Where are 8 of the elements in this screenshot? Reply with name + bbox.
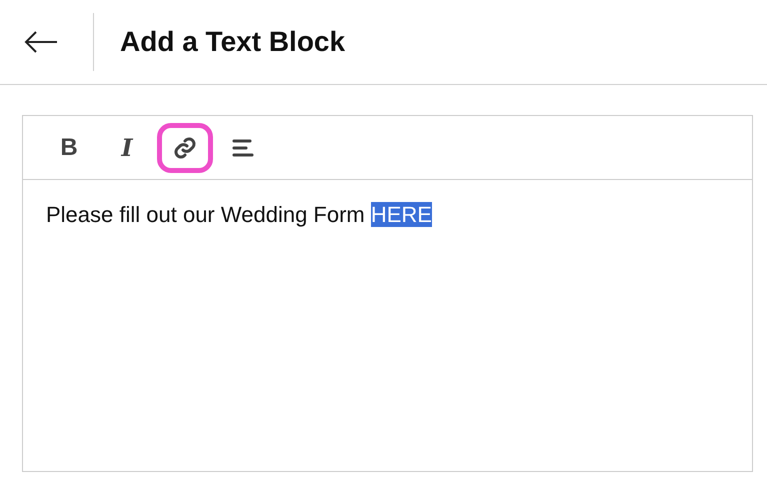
bold-button[interactable]: B: [41, 122, 97, 172]
link-icon: [173, 136, 197, 160]
editor-text[interactable]: Please fill out our Wedding Form HERE: [23, 180, 752, 250]
back-arrow-icon: [24, 30, 58, 54]
align-left-icon: [231, 138, 255, 158]
italic-button[interactable]: I: [99, 122, 155, 172]
page-title: Add a Text Block: [120, 26, 346, 58]
link-button[interactable]: [157, 122, 213, 172]
